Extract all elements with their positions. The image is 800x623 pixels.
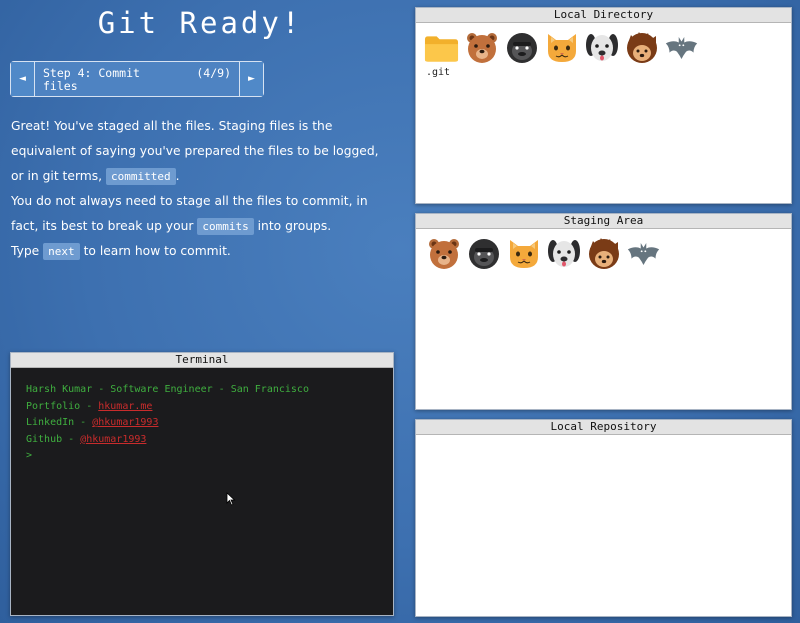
previous-step-button[interactable]: ◄ bbox=[11, 62, 35, 96]
staging-area-panel: Staging Area bbox=[415, 213, 792, 410]
local-directory-files bbox=[416, 23, 791, 67]
staging-area-files bbox=[416, 229, 791, 273]
app-title: Git Ready! bbox=[97, 6, 303, 40]
bat-icon[interactable] bbox=[626, 235, 661, 273]
github-link[interactable]: @hkumar1993 bbox=[80, 434, 146, 445]
gorilla-icon[interactable] bbox=[504, 29, 539, 67]
terminal-github-line: Github - @hkumar1993 bbox=[26, 432, 378, 449]
step-title: Step 4: Commit files (4/9) bbox=[35, 62, 239, 96]
portfolio-link[interactable]: hkumar.me bbox=[98, 401, 152, 412]
hedgehog-icon[interactable] bbox=[586, 235, 621, 273]
lesson-paragraph-3: Type next to learn how to commit. bbox=[11, 239, 391, 264]
staging-area-header: Staging Area bbox=[416, 214, 791, 229]
lesson-text: Great! You've staged all the files. Stag… bbox=[11, 114, 391, 264]
terminal-header: Terminal bbox=[11, 353, 393, 368]
linkedin-link[interactable]: @hkumar1993 bbox=[92, 417, 158, 428]
lesson-paragraph-2: You do not always need to stage all the … bbox=[11, 189, 391, 239]
dog-icon[interactable] bbox=[546, 235, 581, 273]
lesson-text-span: into groups. bbox=[253, 219, 332, 233]
local-directory-header: Local Directory bbox=[416, 8, 791, 23]
inline-code: next bbox=[43, 243, 80, 260]
bear-icon[interactable] bbox=[464, 29, 499, 67]
inline-code: committed bbox=[106, 168, 176, 185]
terminal-prompt[interactable]: > bbox=[26, 448, 378, 465]
local-repository-panel: Local Repository bbox=[415, 419, 792, 617]
terminal-label: Portfolio - bbox=[26, 400, 99, 412]
cat-icon[interactable] bbox=[506, 235, 541, 273]
step-navigator: ◄ Step 4: Commit files (4/9) ► bbox=[10, 61, 264, 97]
bat-icon[interactable] bbox=[664, 29, 699, 67]
git-folder-label: .git bbox=[426, 67, 451, 78]
lesson-text-span: to learn how to commit. bbox=[79, 244, 231, 258]
step-counter: (4/9) bbox=[196, 66, 231, 80]
bear-icon[interactable] bbox=[426, 235, 461, 273]
local-directory-panel: Local Directory .git bbox=[415, 7, 792, 204]
terminal-panel[interactable]: Terminal Harsh Kumar - Software Engineer… bbox=[10, 352, 394, 616]
terminal-body[interactable]: Harsh Kumar - Software Engineer - San Fr… bbox=[11, 368, 393, 615]
hedgehog-icon[interactable] bbox=[624, 29, 659, 67]
step-title-line2: files bbox=[43, 79, 78, 93]
terminal-label: Github - bbox=[26, 433, 81, 445]
terminal-portfolio-line: Portfolio - hkumar.me bbox=[26, 399, 378, 416]
dog-icon[interactable] bbox=[584, 29, 619, 67]
terminal-intro-line: Harsh Kumar - Software Engineer - San Fr… bbox=[26, 384, 309, 395]
lesson-text-span: Great! You've staged all the files. Stag… bbox=[11, 119, 379, 183]
lesson-text-span: . bbox=[175, 169, 180, 183]
inline-code: commits bbox=[197, 218, 254, 235]
local-repository-header: Local Repository bbox=[416, 420, 791, 435]
mouse-pointer-icon bbox=[226, 492, 236, 506]
lesson-text-span: Type bbox=[11, 244, 44, 258]
lesson-paragraph-1: Great! You've staged all the files. Stag… bbox=[11, 114, 391, 189]
gorilla-icon[interactable] bbox=[466, 235, 501, 273]
cat-icon[interactable] bbox=[544, 29, 579, 67]
terminal-label: LinkedIn - bbox=[26, 417, 93, 428]
terminal-linkedin-line: LinkedIn - @hkumar1993 bbox=[26, 415, 378, 432]
next-step-button[interactable]: ► bbox=[239, 62, 263, 96]
folder-icon[interactable] bbox=[424, 29, 459, 67]
